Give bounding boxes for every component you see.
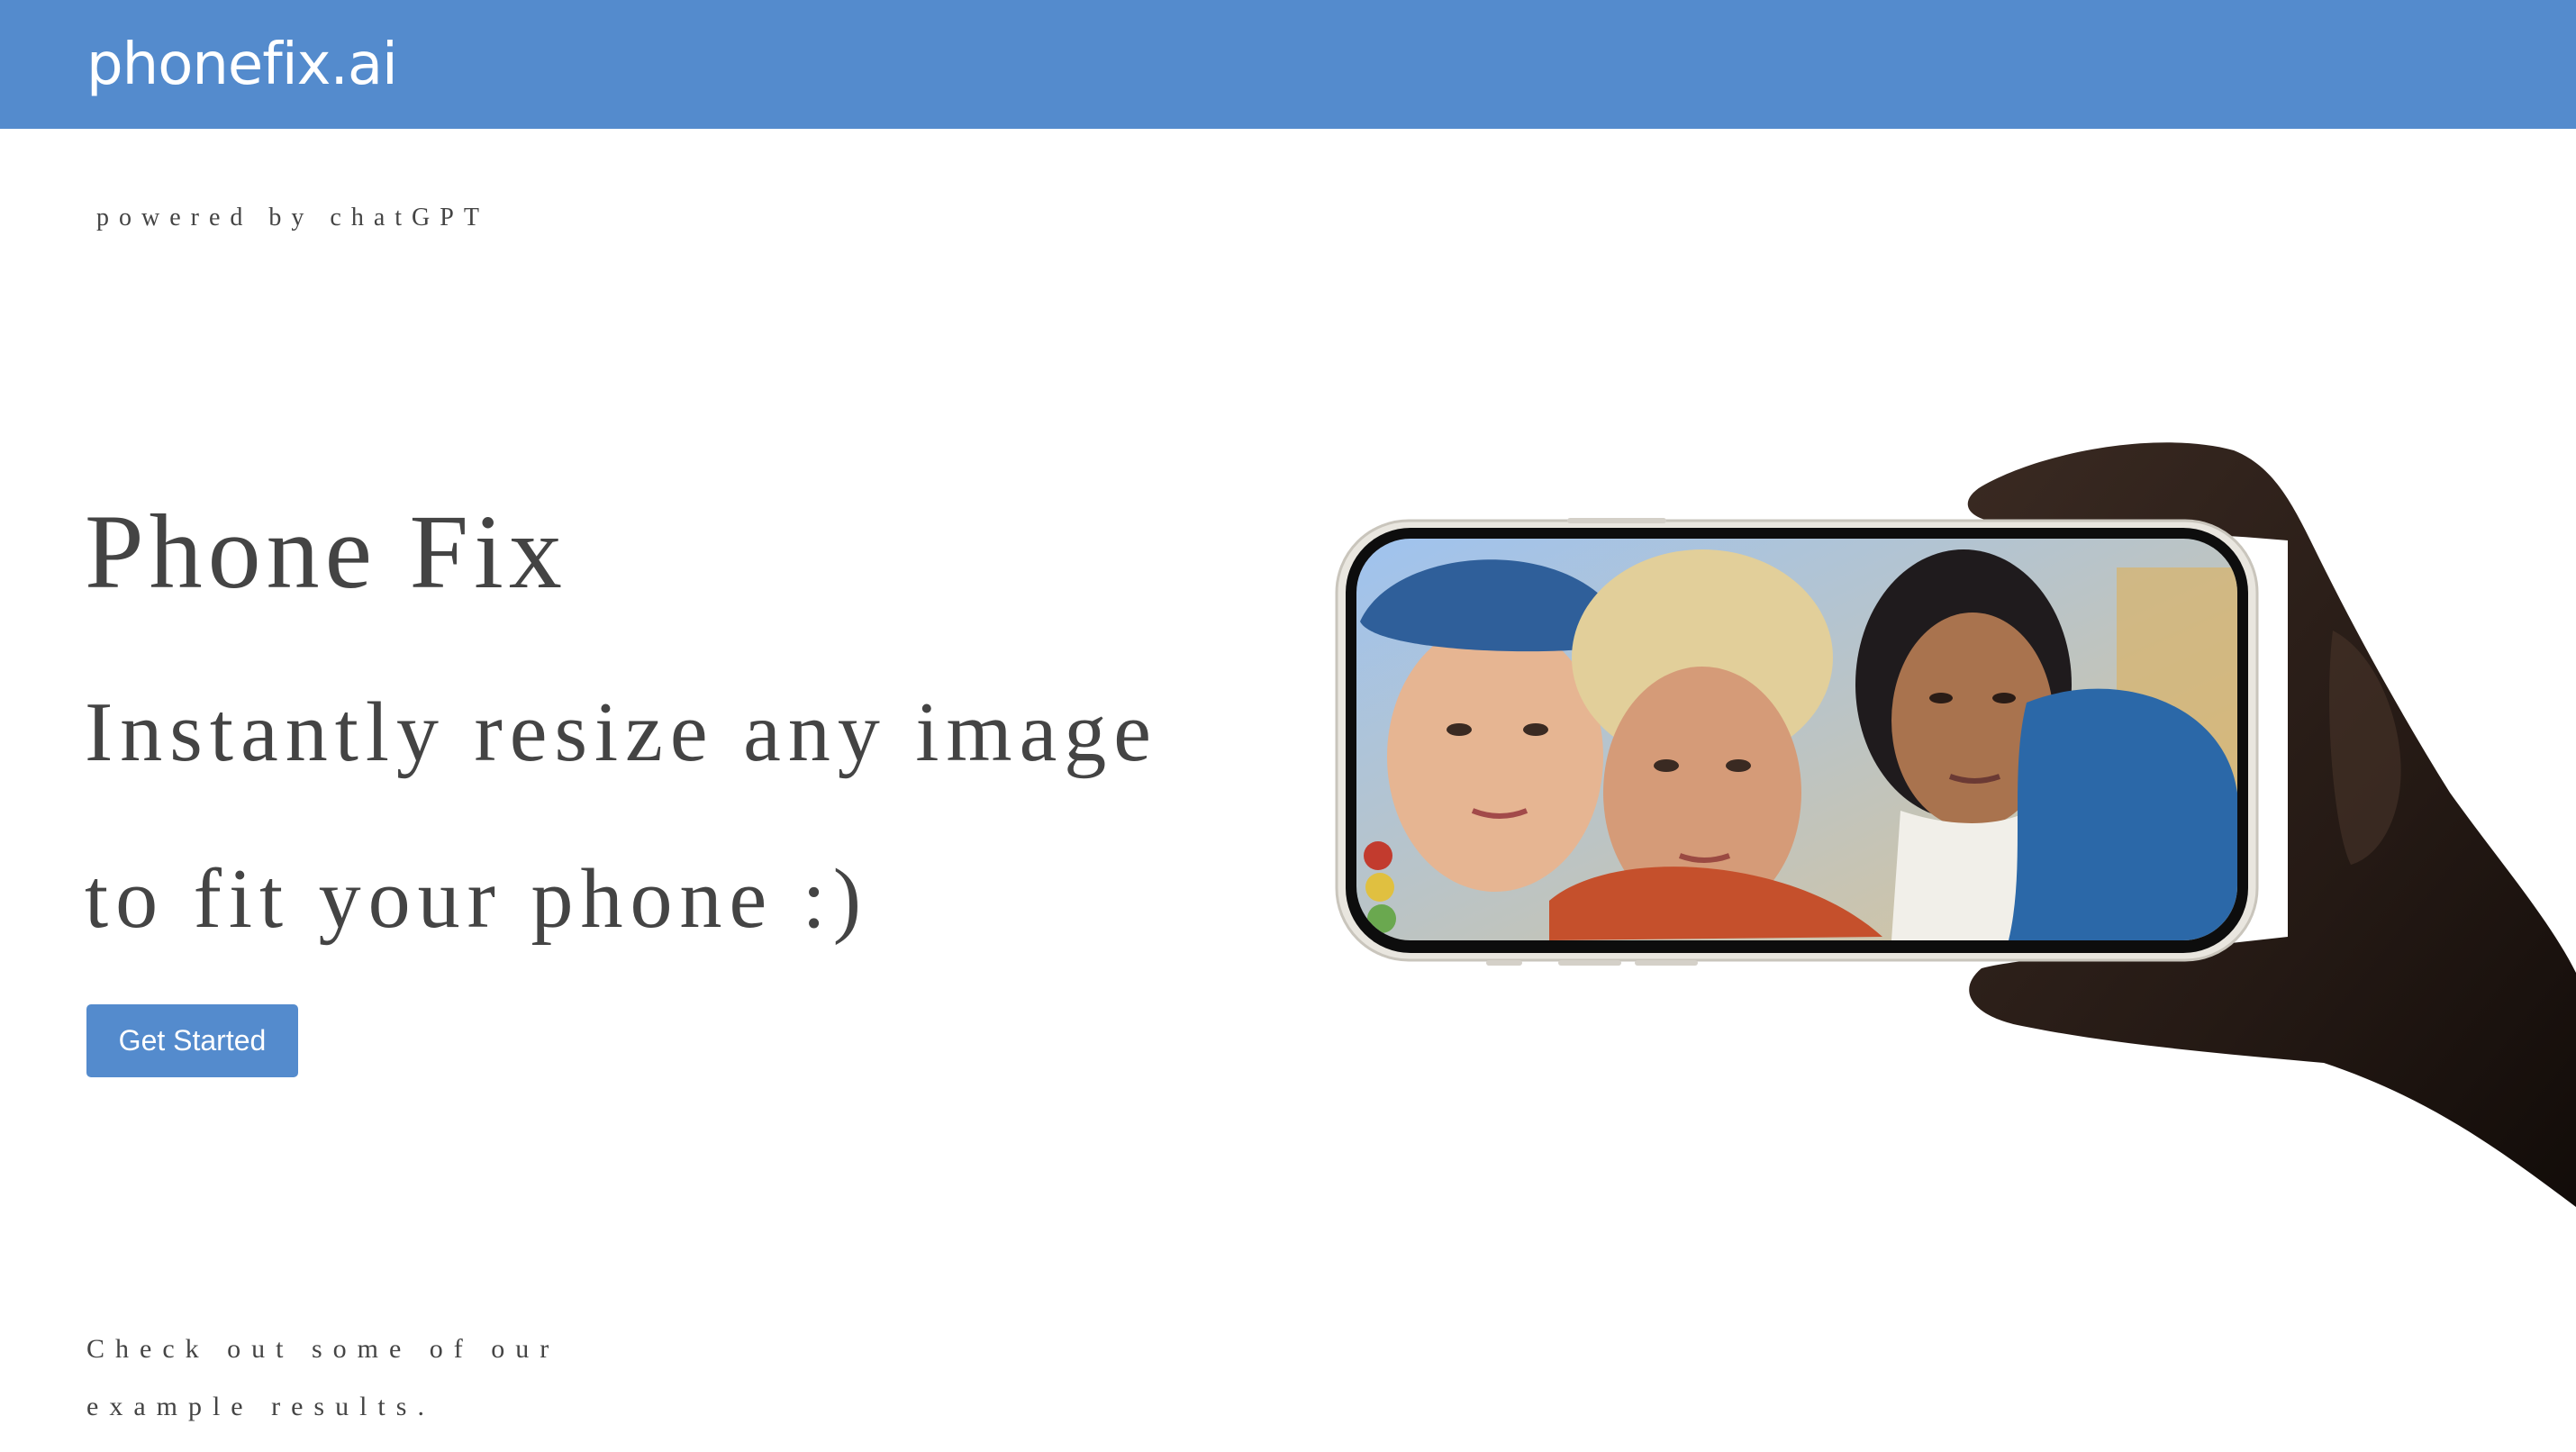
- hero-subtitle-line-2: to fit your phone :): [85, 852, 869, 946]
- powered-by-tagline: powered by chatGPT: [96, 204, 489, 231]
- hero-subtitle-line-1: Instantly resize any image: [85, 685, 1159, 779]
- get-started-button[interactable]: Get Started: [86, 1004, 298, 1077]
- brand-logo[interactable]: phonefix.ai: [86, 20, 398, 110]
- hero-title: Phone Fix: [85, 493, 567, 611]
- example-results-text: Check out some of our example results.: [86, 1334, 560, 1421]
- top-navbar: phonefix.ai: [0, 0, 2576, 129]
- selfie-photo: [1356, 539, 2237, 940]
- hand-holding-phone-image: [1335, 442, 2576, 1207]
